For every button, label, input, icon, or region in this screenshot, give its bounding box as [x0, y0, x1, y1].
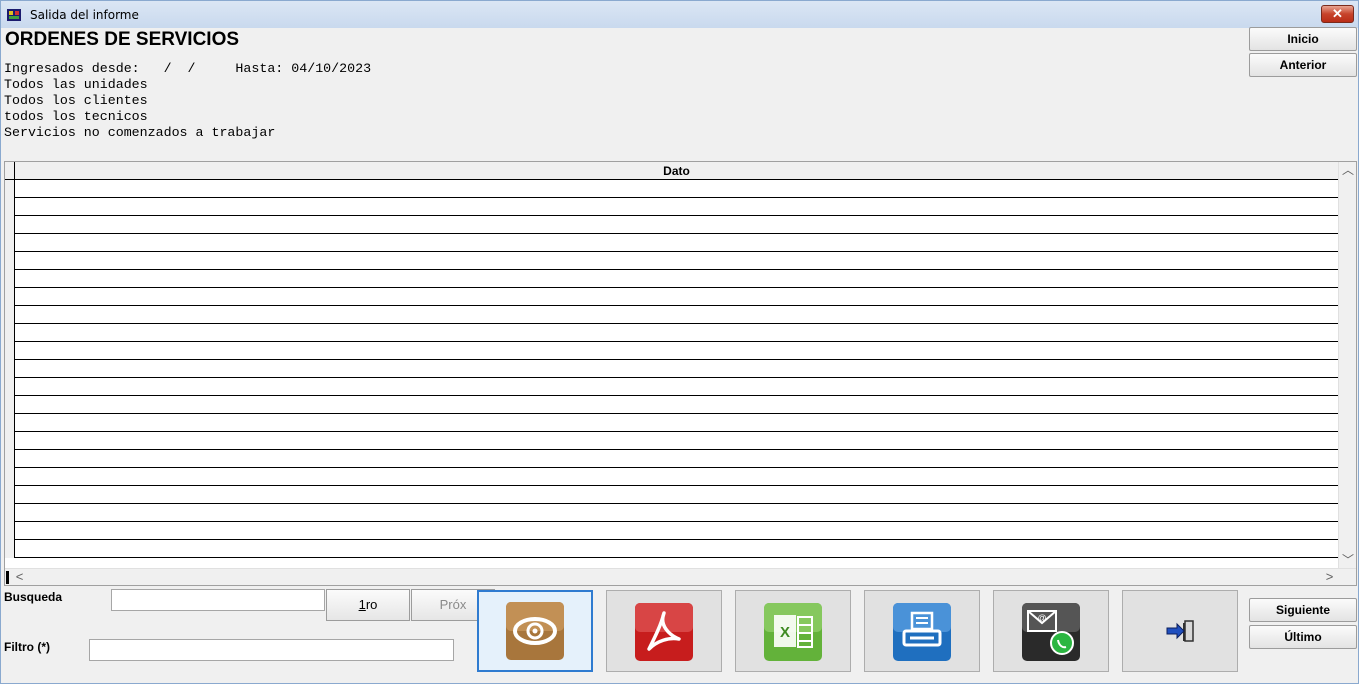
row-selector[interactable]: [5, 180, 15, 198]
row-selector[interactable]: [5, 450, 15, 468]
view-icon: [506, 602, 564, 660]
app-icon: [7, 9, 21, 21]
search-input[interactable]: [111, 589, 325, 611]
export-excel-button[interactable]: X: [735, 590, 851, 672]
report-parameters: Ingresados desde: / / Hasta: 04/10/2023 T…: [4, 61, 371, 141]
row-selector[interactable]: [5, 306, 15, 324]
table-row[interactable]: [5, 432, 1338, 450]
table-row[interactable]: [5, 504, 1338, 522]
row-selector[interactable]: [5, 522, 15, 540]
exit-report-button[interactable]: [1122, 590, 1238, 672]
table-row[interactable]: [5, 414, 1338, 432]
grid-header: Dato: [5, 162, 1338, 180]
excel-icon: X: [764, 603, 822, 661]
table-row[interactable]: [5, 396, 1338, 414]
preview-button[interactable]: [477, 590, 593, 672]
report-title: ORDENES DE SERVICIOS: [5, 29, 240, 50]
first-match-button[interactable]: 1ro: [326, 589, 410, 621]
data-grid[interactable]: Dato ︿ ﹀ < >: [4, 161, 1357, 586]
grid-corner: [5, 162, 15, 180]
pdf-icon: [635, 603, 693, 661]
anterior-button[interactable]: Anterior: [1249, 53, 1357, 77]
vertical-scrollbar[interactable]: ︿ ﹀: [1338, 162, 1356, 569]
param-line-clients: Todos los clientes: [4, 93, 148, 108]
filter-label: Filtro (*): [4, 640, 50, 654]
svg-text:X: X: [780, 624, 790, 641]
table-row[interactable]: [5, 324, 1338, 342]
table-row[interactable]: [5, 234, 1338, 252]
print-button[interactable]: [864, 590, 980, 672]
table-row[interactable]: [5, 180, 1338, 198]
filter-input[interactable]: [89, 639, 454, 661]
table-row[interactable]: [5, 540, 1338, 558]
row-selector[interactable]: [5, 198, 15, 216]
table-row[interactable]: [5, 360, 1338, 378]
table-row[interactable]: [5, 198, 1338, 216]
row-selector[interactable]: [5, 252, 15, 270]
svg-text:@: @: [1037, 613, 1046, 623]
table-row[interactable]: [5, 468, 1338, 486]
column-header-dato[interactable]: Dato: [15, 164, 1338, 178]
send-email-whatsapp-button[interactable]: @: [993, 590, 1109, 672]
first-match-label: ro: [365, 597, 378, 612]
record-marker: [6, 571, 9, 584]
exit-icon: [1166, 620, 1194, 642]
table-row[interactable]: [5, 216, 1338, 234]
row-selector[interactable]: [5, 486, 15, 504]
row-selector[interactable]: [5, 342, 15, 360]
table-row[interactable]: [5, 270, 1338, 288]
table-row[interactable]: [5, 288, 1338, 306]
scroll-left-icon[interactable]: <: [11, 569, 28, 585]
table-row[interactable]: [5, 522, 1338, 540]
print-icon: [893, 603, 951, 661]
row-selector[interactable]: [5, 234, 15, 252]
table-row[interactable]: [5, 252, 1338, 270]
row-selector[interactable]: [5, 504, 15, 522]
row-selector[interactable]: [5, 396, 15, 414]
search-label: Busqueda: [4, 590, 63, 604]
row-selector[interactable]: [5, 378, 15, 396]
row-selector[interactable]: [5, 540, 15, 558]
table-row[interactable]: [5, 486, 1338, 504]
title-bar: Salida del informe ✕: [1, 1, 1358, 28]
report-output-window: Salida del informe ✕ ORDENES DE SERVICIO…: [0, 0, 1359, 684]
table-row[interactable]: [5, 306, 1338, 324]
siguiente-button[interactable]: Siguiente: [1249, 598, 1357, 622]
row-selector[interactable]: [5, 288, 15, 306]
row-selector[interactable]: [5, 216, 15, 234]
row-selector[interactable]: [5, 414, 15, 432]
param-line-units: Todos las unidades: [4, 77, 148, 92]
row-selector[interactable]: [5, 360, 15, 378]
scroll-right-icon[interactable]: >: [1321, 569, 1338, 585]
table-row[interactable]: [5, 342, 1338, 360]
table-row[interactable]: [5, 450, 1338, 468]
close-button[interactable]: ✕: [1321, 5, 1354, 23]
ultimo-button[interactable]: Último: [1249, 625, 1357, 649]
row-selector[interactable]: [5, 324, 15, 342]
window-title: Salida del informe: [30, 8, 139, 22]
row-selector[interactable]: [5, 468, 15, 486]
row-selector[interactable]: [5, 270, 15, 288]
scroll-down-icon[interactable]: ﹀: [1339, 552, 1356, 569]
table-row[interactable]: [5, 378, 1338, 396]
param-line-dates: Ingresados desde: / / Hasta: 04/10/2023: [4, 61, 372, 76]
horizontal-scrollbar[interactable]: < >: [5, 568, 1356, 585]
inicio-button[interactable]: Inicio: [1249, 27, 1357, 51]
export-pdf-button[interactable]: [606, 590, 722, 672]
row-selector[interactable]: [5, 432, 15, 450]
scroll-up-icon[interactable]: ︿: [1339, 162, 1356, 179]
param-line-status: Servicios no comenzados a trabajar: [4, 125, 276, 140]
grid-rows: [5, 180, 1338, 558]
email-whatsapp-icon: @: [1022, 603, 1080, 661]
param-line-technicians: todos los tecnicos: [4, 109, 148, 124]
